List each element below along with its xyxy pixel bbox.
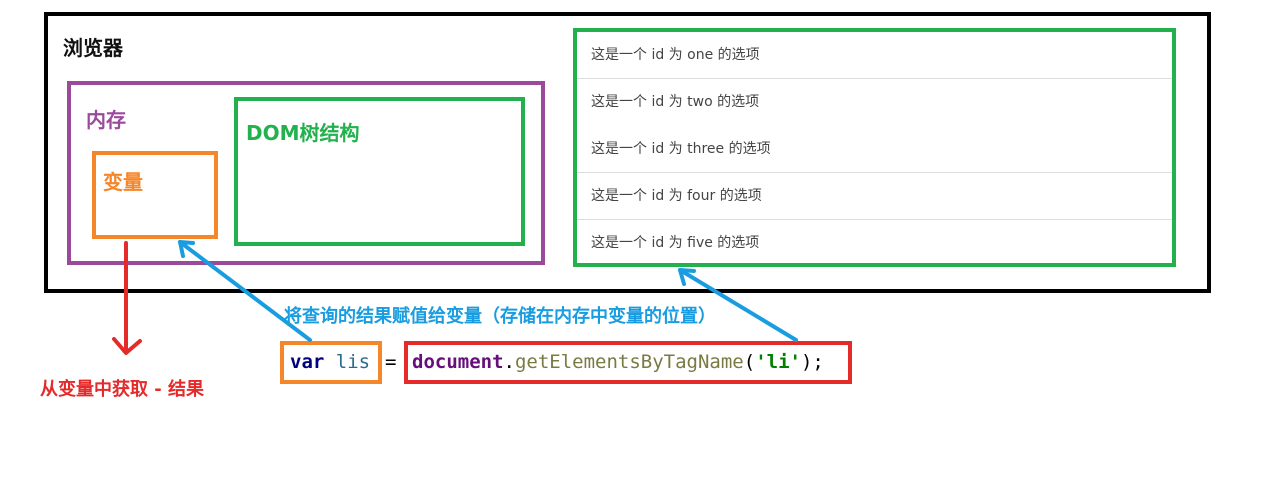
arrow-assign-to-variable: [178, 240, 312, 342]
arrow-variable-to-result: [112, 241, 142, 355]
arrows-layer: [112, 240, 798, 355]
arrow-query-to-list: [678, 268, 798, 342]
